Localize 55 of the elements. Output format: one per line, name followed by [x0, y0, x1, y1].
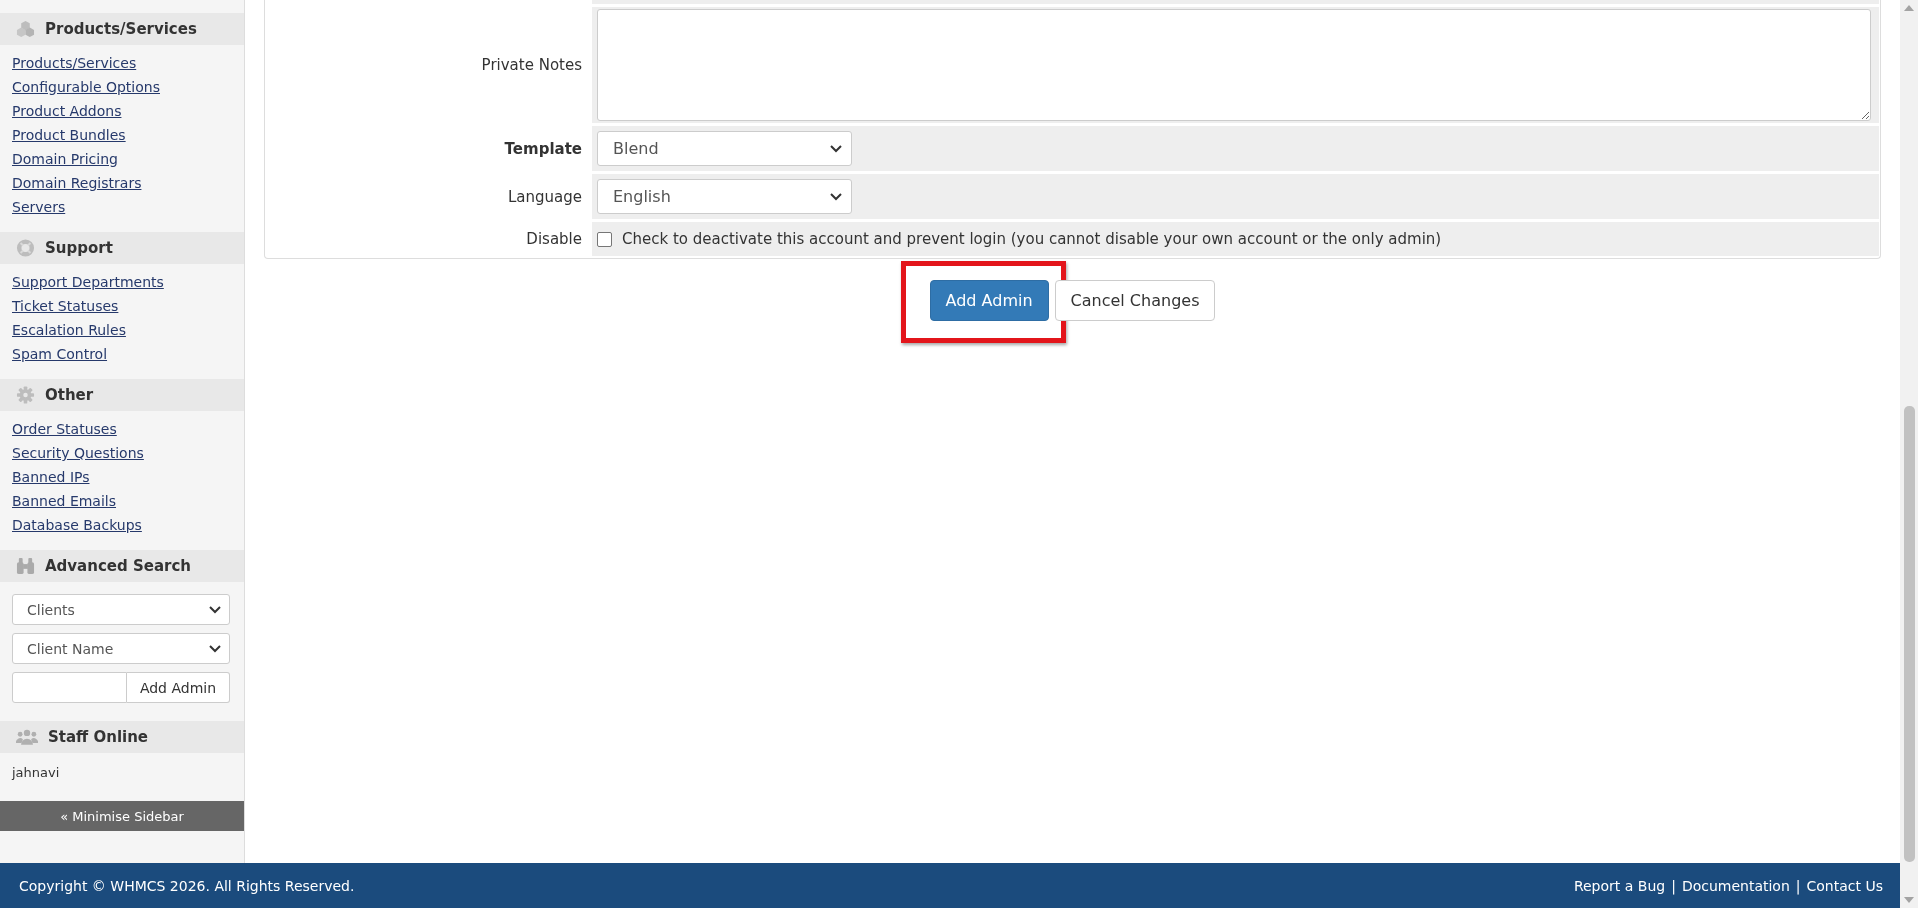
dropdown-select[interactable]: English: [597, 179, 852, 214]
chevron-down-icon: [209, 644, 221, 653]
section-title: Advanced Search: [45, 557, 191, 575]
cubes-icon: [16, 20, 35, 38]
binoculars-icon: [16, 557, 35, 575]
chevron-down-icon: [209, 605, 221, 614]
search-select[interactable]: Clients: [12, 594, 230, 625]
staff-username: jahnavi: [12, 764, 61, 782]
field-label: Template: [504, 139, 582, 158]
section-title: Products/Services: [45, 20, 197, 38]
cancel-button[interactable]: Cancel Changes: [1054, 280, 1216, 321]
field-label: Disable: [526, 230, 582, 248]
scrollbar-thumb[interactable]: [1903, 406, 1915, 862]
minimise-sidebar-button[interactable]: « Minimise Sidebar: [0, 801, 244, 831]
sidebar-link[interactable]: Security Questions: [12, 441, 144, 465]
footer-link[interactable]: Documentation: [1681, 877, 1790, 894]
footer-link[interactable]: Report a Bug: [1573, 877, 1666, 894]
chevron-down-icon: [830, 192, 842, 201]
sidebar-link[interactable]: Banned IPs: [12, 465, 90, 489]
checkbox-label: Check to deactivate this account and prevent login (you cannot disable your own account or the only admin): [622, 230, 1442, 248]
sidebar-link[interactable]: Product Bundles: [12, 123, 126, 147]
search-select[interactable]: Client Name: [12, 633, 230, 664]
users-icon: [16, 729, 38, 745]
sidebar-link[interactable]: Spam Control: [12, 342, 108, 366]
sidebar-link[interactable]: Domain Registrars: [12, 171, 142, 195]
sidebar-link[interactable]: Products/Services: [12, 51, 137, 75]
sidebar-link[interactable]: Escalation Rules: [12, 318, 126, 342]
search-input[interactable]: [12, 672, 127, 703]
sidebar-link[interactable]: Order Statuses: [12, 417, 117, 441]
search-button[interactable]: Add Admin: [127, 672, 230, 703]
scroll-down-icon[interactable]: [1904, 897, 1914, 903]
footer-link[interactable]: Contact Us: [1806, 877, 1883, 894]
section-title: Staff Online: [48, 728, 149, 746]
scroll-up-icon[interactable]: [1904, 5, 1914, 11]
sidebar-link[interactable]: Database Backups: [12, 513, 142, 537]
field-label: Private Notes: [481, 56, 582, 74]
sidebar-link[interactable]: Banned Emails: [12, 489, 116, 513]
sidebar-link[interactable]: Domain Pricing: [12, 147, 118, 171]
link-separator: |: [1671, 877, 1676, 894]
submit-button[interactable]: Add Admin: [929, 280, 1049, 321]
copyright-text: Copyright © WHMCS 2026. All Rights Reserved.: [19, 877, 355, 894]
sidebar-link[interactable]: Servers: [12, 195, 66, 219]
link-separator: |: [1795, 877, 1801, 894]
dropdown-select[interactable]: Blend: [597, 131, 852, 166]
life-ring-icon: [16, 239, 35, 257]
gear-icon: [16, 386, 35, 404]
checkbox[interactable]: [597, 231, 612, 247]
sidebar-link[interactable]: Support Departments: [12, 270, 164, 294]
sidebar-link[interactable]: Configurable Options: [12, 75, 160, 99]
section-title: Other: [45, 386, 94, 404]
section-title: Support: [45, 239, 113, 257]
sidebar-link[interactable]: Ticket Statuses: [12, 294, 119, 318]
chevron-down-icon: [830, 144, 842, 153]
sidebar-link[interactable]: Product Addons: [12, 99, 122, 123]
field-label: Language: [507, 187, 582, 206]
